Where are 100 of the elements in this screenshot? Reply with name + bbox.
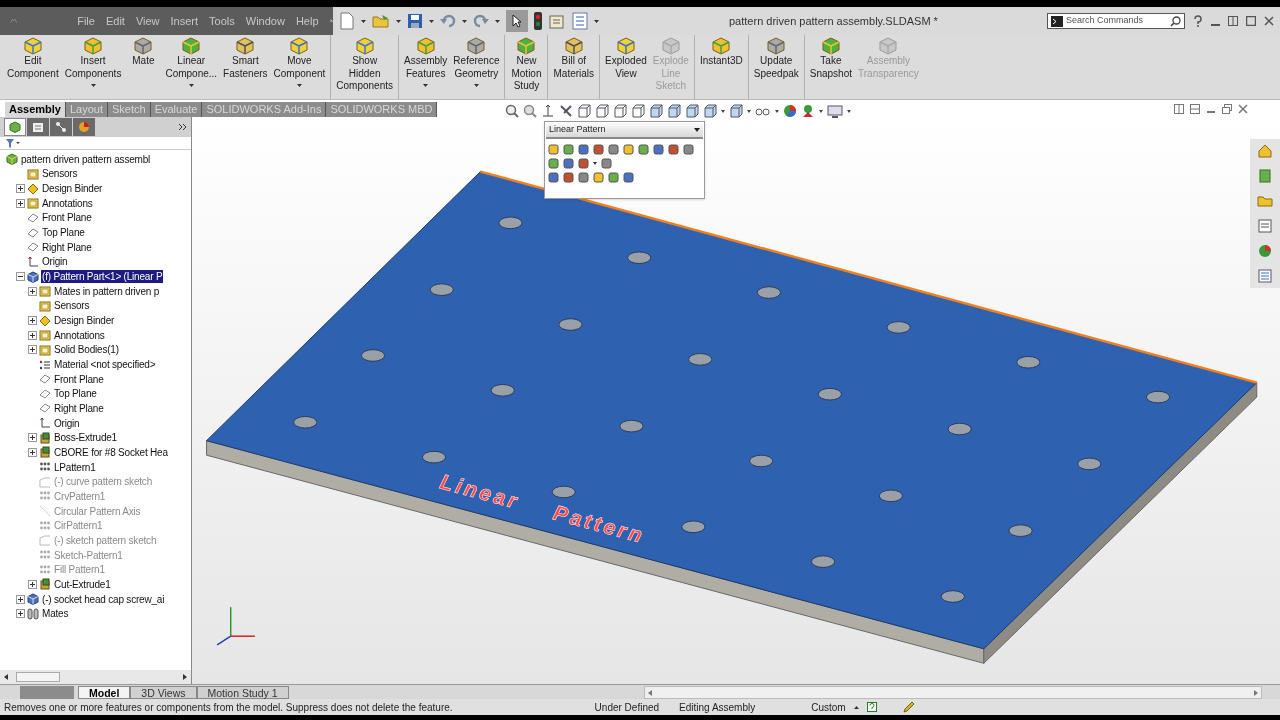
ribbon-button[interactable]: Move Component xyxy=(270,37,329,87)
caret-icon[interactable] xyxy=(747,109,751,113)
checklist-icon[interactable] xyxy=(1257,268,1273,284)
close-icon[interactable] xyxy=(1264,16,1274,26)
ribbon-button[interactable]: New Motion Study xyxy=(507,37,546,93)
home-icon[interactable] xyxy=(1257,143,1273,159)
tree-item[interactable]: Fill Pattern1 xyxy=(53,563,106,577)
tree-item[interactable]: Origin xyxy=(41,255,69,269)
tree-item[interactable]: Sensors xyxy=(41,167,79,181)
search-icon[interactable] xyxy=(1170,15,1181,27)
feature-manager-tab[interactable] xyxy=(4,118,26,136)
tree-item[interactable]: Design Binder xyxy=(41,182,104,196)
tile-icon[interactable] xyxy=(1190,104,1200,114)
menu-item[interactable]: Tools xyxy=(209,12,235,30)
tool-icon[interactable] xyxy=(593,172,604,183)
ribbon-button[interactable]: Smart Fasteners xyxy=(220,37,271,80)
ribbon-button[interactable]: Linear Compone... xyxy=(162,37,221,87)
tool-icon[interactable] xyxy=(638,144,649,155)
ribbon-button[interactable]: Insert Components xyxy=(61,37,125,87)
help-icon[interactable] xyxy=(866,702,877,712)
search-box[interactable]: Search Commands xyxy=(1047,13,1185,29)
tool-icon[interactable] xyxy=(623,172,634,183)
caret-icon[interactable] xyxy=(188,84,194,87)
redo-icon[interactable] xyxy=(473,14,489,28)
caret-icon[interactable] xyxy=(361,19,366,23)
tree-item[interactable]: CBORE for #8 Socket Hea xyxy=(53,445,169,459)
expand-icon[interactable] xyxy=(28,447,37,457)
tool-icon[interactable] xyxy=(578,172,589,183)
tree-item[interactable]: (-) socket head cap screw_ai xyxy=(41,592,166,606)
tree-item[interactable]: CirPattern1 xyxy=(53,519,104,533)
caret-icon[interactable] xyxy=(429,19,434,23)
cube-icon[interactable] xyxy=(685,104,699,118)
cube-icon[interactable] xyxy=(649,104,663,118)
cube-icon[interactable] xyxy=(729,104,743,118)
feature-dropdown[interactable]: Linear Pattern xyxy=(546,123,703,139)
tile-icon[interactable] xyxy=(1174,104,1184,114)
expand-icon[interactable] xyxy=(16,609,25,619)
tool-icon[interactable] xyxy=(608,144,619,155)
tool-icon[interactable] xyxy=(548,172,559,183)
configuration-manager-tab[interactable] xyxy=(50,118,72,136)
ribbon-button[interactable]: Exploded View xyxy=(602,37,650,80)
cube-icon[interactable] xyxy=(631,104,645,118)
expand-icon[interactable] xyxy=(16,198,25,208)
tool-icon[interactable] xyxy=(548,158,559,169)
ribbon-button[interactable]: Instant3D xyxy=(696,37,746,68)
menu-item[interactable]: Window xyxy=(245,12,285,30)
folder-icon[interactable] xyxy=(372,13,390,29)
pencil-icon[interactable] xyxy=(902,701,915,713)
caret-icon[interactable] xyxy=(462,19,467,23)
caret-icon[interactable] xyxy=(423,84,429,87)
tree-item[interactable]: Mates in pattern driven p xyxy=(53,284,161,298)
scene-icon[interactable] xyxy=(801,104,815,118)
tree-item[interactable]: Origin xyxy=(53,416,81,430)
tree-item[interactable]: pattern driven pattern assembl xyxy=(20,152,152,166)
tool-icon[interactable] xyxy=(683,144,694,155)
caret-icon[interactable] xyxy=(775,109,779,113)
units-selector[interactable]: Custom xyxy=(811,699,846,715)
tree-item[interactable]: Top Plane xyxy=(41,226,86,240)
tree-item[interactable]: CrvPattern1 xyxy=(53,489,107,503)
tree-item[interactable]: (-) curve pattern sketch xyxy=(53,475,153,489)
caret-icon[interactable] xyxy=(594,19,599,23)
view-tab[interactable]: 3D Views xyxy=(130,686,197,699)
caret-icon[interactable] xyxy=(396,19,401,23)
tool-icon[interactable] xyxy=(548,144,559,155)
tool-icon[interactable] xyxy=(578,158,589,169)
layers-icon[interactable] xyxy=(1257,168,1273,184)
view-tab[interactable]: Model xyxy=(78,686,131,699)
menu-item[interactable]: File xyxy=(77,12,95,30)
cube-icon[interactable] xyxy=(667,104,681,118)
expand-icon[interactable] xyxy=(28,316,37,326)
menu-item[interactable]: Edit xyxy=(105,12,125,30)
tree-item[interactable]: Annotations xyxy=(53,328,106,342)
monitor-icon[interactable] xyxy=(827,104,843,118)
tree-item[interactable]: Right Plane xyxy=(53,402,105,415)
caret-up-icon[interactable] xyxy=(853,705,859,709)
ribbon-button[interactable]: Take Snapshot xyxy=(806,37,856,80)
caret-icon[interactable] xyxy=(495,19,500,23)
folder-icon[interactable] xyxy=(1257,193,1273,209)
search-field[interactable]: Search Commands xyxy=(1066,14,1170,28)
tool-icon[interactable] xyxy=(578,144,589,155)
tree-item[interactable]: Circular Pattern Axis xyxy=(53,504,142,518)
color-wheel-icon[interactable] xyxy=(1257,243,1273,259)
menu-item[interactable]: View xyxy=(135,12,160,30)
caret-icon[interactable] xyxy=(593,162,597,165)
ribbon-button[interactable]: Assembly Features xyxy=(401,37,451,87)
expand-icon[interactable] xyxy=(28,330,37,340)
tool-icon[interactable] xyxy=(623,144,634,155)
expand-icon[interactable] xyxy=(16,594,25,604)
ribbon-button[interactable]: Update Speedpak xyxy=(750,37,802,80)
tree-item[interactable]: Mates xyxy=(41,607,70,621)
view-tab[interactable]: Motion Study 1 xyxy=(196,686,289,699)
tool-icon[interactable] xyxy=(563,158,574,169)
tool-icon[interactable] xyxy=(608,172,619,183)
tree-item[interactable]: Sketch-Pattern1 xyxy=(53,548,124,562)
menu-item[interactable]: Insert xyxy=(170,12,199,30)
restore-icon[interactable] xyxy=(1228,16,1238,26)
expand-icon[interactable] xyxy=(16,184,25,194)
tool-icon[interactable] xyxy=(601,158,612,169)
tree-item[interactable]: Design Binder xyxy=(53,314,116,328)
cube-icon[interactable] xyxy=(595,104,609,118)
